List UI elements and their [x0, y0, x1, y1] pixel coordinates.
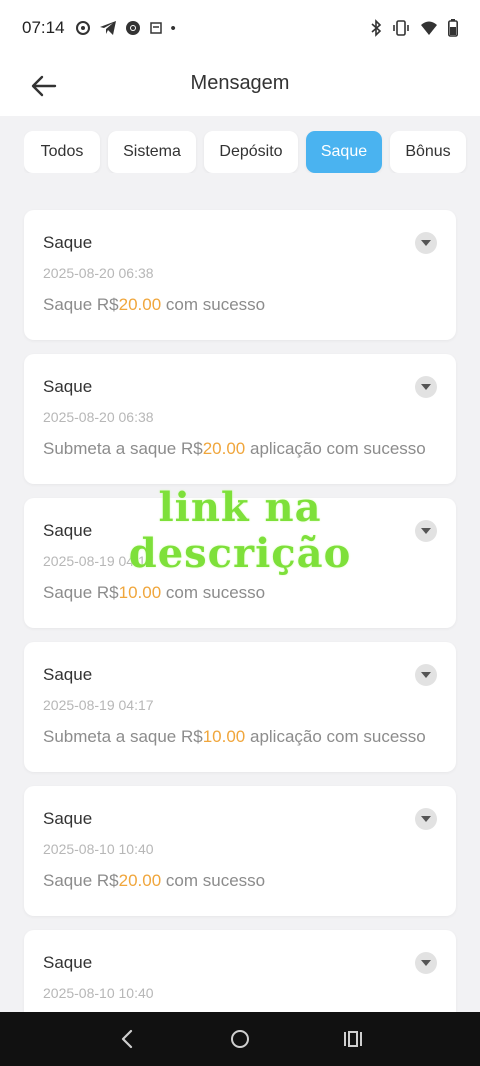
expand-button[interactable]	[415, 520, 437, 542]
status-left-icons: •	[75, 20, 176, 37]
message-text: Saque R$10.00 com sucesso	[43, 582, 437, 604]
message-title: Saque	[43, 809, 93, 828]
expand-button[interactable]	[415, 952, 437, 974]
bluetooth-icon	[371, 19, 382, 37]
message-suffix: aplicação com sucesso	[245, 727, 426, 746]
notification-icon	[149, 22, 162, 34]
message-amount: 20.00	[118, 871, 162, 890]
message-date: 2025-08-10 10:40	[43, 985, 154, 1001]
message-title: Saque	[43, 521, 93, 540]
caret-down-icon	[421, 384, 431, 390]
message-amount: 20.00	[202, 439, 246, 458]
message-date: 2025-08-19 04:17	[43, 553, 154, 569]
caret-down-icon	[421, 816, 431, 822]
message-list: Saque 2025-08-20 06:38 Saque R$20.00 com…	[24, 210, 456, 1066]
message-title: Saque	[43, 953, 93, 972]
message-suffix: aplicação com sucesso	[245, 439, 426, 458]
message-card[interactable]: Saque 2025-08-19 04:17 Saque R$10.00 com…	[24, 498, 456, 628]
status-right-icons	[370, 19, 458, 37]
message-card[interactable]: Saque 2025-08-19 04:17 Submeta a saque R…	[24, 642, 456, 772]
expand-button[interactable]	[415, 232, 437, 254]
header: Mensagem	[0, 56, 480, 116]
message-suffix: com sucesso	[161, 583, 266, 602]
settings-icon	[75, 21, 90, 35]
nav-home-icon	[230, 1030, 249, 1048]
dot-icon: •	[170, 19, 176, 37]
status-time: 07:14	[22, 18, 65, 37]
message-prefix: Submeta a saque R$	[43, 439, 203, 458]
nav-back-icon	[121, 1029, 132, 1049]
caret-down-icon	[421, 672, 431, 678]
message-date: 2025-08-20 06:38	[43, 409, 154, 425]
tab-deposito[interactable]: Depósito	[204, 131, 298, 173]
message-date: 2025-08-20 06:38	[43, 265, 154, 281]
status-bar: 07:14 •	[0, 0, 480, 56]
nav-recents-icon	[344, 1031, 363, 1047]
message-date: 2025-08-19 04:17	[43, 697, 154, 713]
message-suffix: com sucesso	[161, 871, 266, 890]
battery-icon	[448, 19, 458, 37]
nav-home-button[interactable]	[220, 1019, 260, 1059]
wifi-icon	[421, 21, 437, 35]
expand-button[interactable]	[415, 664, 437, 686]
message-title: Saque	[43, 377, 93, 396]
message-text: Submeta a saque R$10.00 aplicação com su…	[43, 726, 437, 748]
chrome-icon	[125, 21, 140, 35]
message-date: 2025-08-10 10:40	[43, 841, 154, 857]
message-amount: 10.00	[202, 727, 246, 746]
telegram-icon	[99, 21, 116, 35]
page-title: Mensagem	[190, 72, 290, 94]
message-text: Saque R$20.00 com sucesso	[43, 294, 437, 316]
caret-down-icon	[421, 960, 431, 966]
message-text: Saque R$20.00 com sucesso	[43, 870, 437, 892]
tab-saque[interactable]: Saque	[306, 131, 382, 173]
message-prefix: Saque R$	[43, 295, 119, 314]
expand-button[interactable]	[415, 808, 437, 830]
system-nav-bar	[0, 1012, 480, 1066]
message-title: Saque	[43, 665, 93, 684]
caret-down-icon	[421, 528, 431, 534]
message-card[interactable]: Saque 2025-08-20 06:38 Submeta a saque R…	[24, 354, 456, 484]
tab-todos[interactable]: Todos	[24, 131, 100, 173]
tab-bonus[interactable]: Bônus	[390, 131, 466, 173]
message-suffix: com sucesso	[161, 295, 266, 314]
vibrate-icon	[393, 20, 409, 36]
filter-tabs: Todos Sistema Depósito Saque Bônus	[24, 131, 480, 173]
message-title: Saque	[43, 233, 93, 252]
message-prefix: Saque R$	[43, 583, 119, 602]
caret-down-icon	[421, 240, 431, 246]
expand-button[interactable]	[415, 376, 437, 398]
message-card[interactable]: Saque 2025-08-10 10:40 Saque R$20.00 com…	[24, 786, 456, 916]
message-text: Submeta a saque R$20.00 aplicação com su…	[43, 438, 437, 460]
nav-recents-button[interactable]	[333, 1019, 373, 1059]
message-prefix: Submeta a saque R$	[43, 727, 203, 746]
tab-sistema[interactable]: Sistema	[108, 131, 196, 173]
message-amount: 20.00	[118, 295, 162, 314]
message-amount: 10.00	[118, 583, 162, 602]
message-prefix: Saque R$	[43, 871, 119, 890]
nav-back-button[interactable]	[107, 1019, 147, 1059]
message-card[interactable]: Saque 2025-08-20 06:38 Saque R$20.00 com…	[24, 210, 456, 340]
